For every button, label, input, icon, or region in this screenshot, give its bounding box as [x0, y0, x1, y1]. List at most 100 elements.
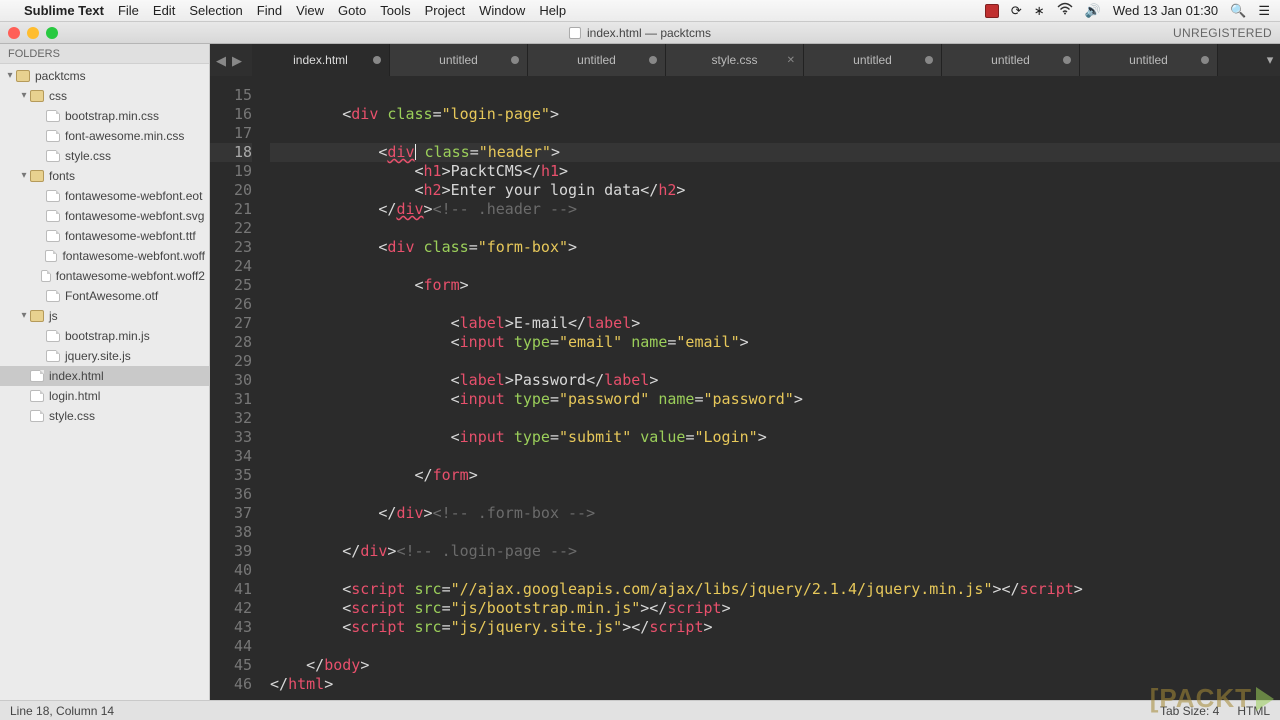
code-line [270, 219, 1280, 238]
tab-overflow-icon[interactable]: ▾ [1260, 44, 1280, 76]
app-name[interactable]: Sublime Text [24, 3, 104, 18]
disclosure-arrow-icon[interactable] [18, 90, 30, 101]
tree-item-label: style.css [49, 409, 95, 423]
menu-find[interactable]: Find [257, 3, 282, 18]
disclosure-arrow-icon[interactable] [18, 170, 30, 181]
menubar-clock: Wed 13 Jan 01:30 [1113, 3, 1218, 18]
menu-file[interactable]: File [118, 3, 139, 18]
sync-icon: ⟳ [1011, 3, 1022, 19]
file-fontawesome-webfont-svg[interactable]: fontawesome-webfont.svg [0, 206, 209, 226]
file-jquery-site-js[interactable]: jquery.site.js [0, 346, 209, 366]
code-line [270, 124, 1280, 143]
line-number: 21 [210, 200, 252, 219]
tab-style-css[interactable]: style.css✕ [666, 44, 804, 76]
folder-packtcms[interactable]: packtcms [0, 66, 209, 86]
file-icon [46, 110, 60, 122]
file-icon [46, 230, 60, 242]
tree-item-label: fontawesome-webfont.svg [65, 209, 204, 223]
line-number: 25 [210, 276, 252, 295]
file-icon [46, 150, 60, 162]
disclosure-arrow-icon[interactable] [18, 310, 30, 321]
disclosure-arrow-icon[interactable] [4, 70, 16, 81]
line-number: 42 [210, 599, 252, 618]
minimize-window-button[interactable] [27, 27, 39, 39]
file-icon [45, 250, 58, 262]
file-bootstrap-min-js[interactable]: bootstrap.min.js [0, 326, 209, 346]
line-number: 27 [210, 314, 252, 333]
line-number: 31 [210, 390, 252, 409]
window-titlebar: index.html — packtcms UNREGISTERED [0, 22, 1280, 44]
file-style-css[interactable]: style.css [0, 146, 209, 166]
tree-item-label: style.css [65, 149, 111, 163]
line-number: 29 [210, 352, 252, 371]
file-icon [41, 270, 50, 282]
file-icon [46, 290, 60, 302]
folder-css[interactable]: css [0, 86, 209, 106]
file-font-awesome-min-css[interactable]: font-awesome.min.css [0, 126, 209, 146]
file-icon [30, 410, 44, 422]
file-fontawesome-webfont-woff[interactable]: fontawesome-webfont.woff [0, 246, 209, 266]
code-line: </html> [270, 675, 1280, 694]
file-style-css[interactable]: style.css [0, 406, 209, 426]
zoom-window-button[interactable] [46, 27, 58, 39]
tree-item-label: bootstrap.min.js [65, 329, 150, 343]
code-line [270, 485, 1280, 504]
code-line: <form> [270, 276, 1280, 295]
code-line: <div class="login-page"> [270, 105, 1280, 124]
file-fontawesome-webfont-eot[interactable]: fontawesome-webfont.eot [0, 186, 209, 206]
menu-goto[interactable]: Goto [338, 3, 366, 18]
menu-window[interactable]: Window [479, 3, 525, 18]
syntax-mode[interactable]: HTML [1237, 704, 1270, 718]
code-line [270, 409, 1280, 428]
close-window-button[interactable] [8, 27, 20, 39]
file-fontawesome-webfont-woff2[interactable]: fontawesome-webfont.woff2 [0, 266, 209, 286]
menu-help[interactable]: Help [539, 3, 566, 18]
sidebar: FOLDERS packtcmscssbootstrap.min.cssfont… [0, 44, 210, 700]
menu-project[interactable]: Project [425, 3, 465, 18]
spotlight-icon[interactable]: 🔍 [1230, 3, 1246, 19]
menu-view[interactable]: View [296, 3, 324, 18]
folder-js[interactable]: js [0, 306, 209, 326]
file-login-html[interactable]: login.html [0, 386, 209, 406]
line-number: 37 [210, 504, 252, 523]
folder-fonts[interactable]: fonts [0, 166, 209, 186]
code-content[interactable]: <div class="login-page"> <div class="hea… [262, 76, 1280, 700]
menu-selection[interactable]: Selection [189, 3, 242, 18]
tab-untitled[interactable]: untitled [1080, 44, 1218, 76]
tab-dirty-icon [925, 56, 933, 64]
line-number: 28 [210, 333, 252, 352]
tab-nav-back-icon[interactable]: ◀ [216, 53, 230, 67]
tab-dirty-icon [649, 56, 657, 64]
file-fontawesome-otf[interactable]: FontAwesome.otf [0, 286, 209, 306]
bluetooth-icon: ∗ [1034, 3, 1045, 19]
code-line: <script src="js/bootstrap.min.js"></scri… [270, 599, 1280, 618]
tab-size[interactable]: Tab Size: 4 [1160, 704, 1219, 718]
code-line: </form> [270, 466, 1280, 485]
tab-untitled[interactable]: untitled [390, 44, 528, 76]
code-line [270, 447, 1280, 466]
tab-nav-forward-icon[interactable]: ▶ [232, 53, 246, 67]
tab-untitled[interactable]: untitled [942, 44, 1080, 76]
tab-untitled[interactable]: untitled [528, 44, 666, 76]
folder-icon [30, 170, 44, 182]
tab-label: untitled [1129, 53, 1168, 67]
line-number: 19 [210, 162, 252, 181]
tree-item-label: bootstrap.min.css [65, 109, 159, 123]
code-line: <script src="//ajax.googleapis.com/ajax/… [270, 580, 1280, 599]
file-bootstrap-min-css[interactable]: bootstrap.min.css [0, 106, 209, 126]
menu-edit[interactable]: Edit [153, 3, 175, 18]
file-index-html[interactable]: index.html [0, 366, 209, 386]
tab-close-icon[interactable]: ✕ [787, 55, 795, 66]
menu-icon[interactable]: ☰ [1258, 3, 1270, 19]
tree-item-label: js [49, 309, 58, 323]
tab-untitled[interactable]: untitled [804, 44, 942, 76]
file-fontawesome-webfont-ttf[interactable]: fontawesome-webfont.ttf [0, 226, 209, 246]
tab-index-html[interactable]: index.html [252, 44, 390, 76]
menu-tools[interactable]: Tools [380, 3, 410, 18]
line-number: 23 [210, 238, 252, 257]
document-icon [569, 27, 581, 39]
tab-bar: ◀ ▶ index.htmluntitleduntitledstyle.css✕… [210, 44, 1280, 76]
mac-menubar: Sublime Text File Edit Selection Find View Go… [0, 0, 1280, 22]
line-number: 16 [210, 105, 252, 124]
code-line [270, 561, 1280, 580]
